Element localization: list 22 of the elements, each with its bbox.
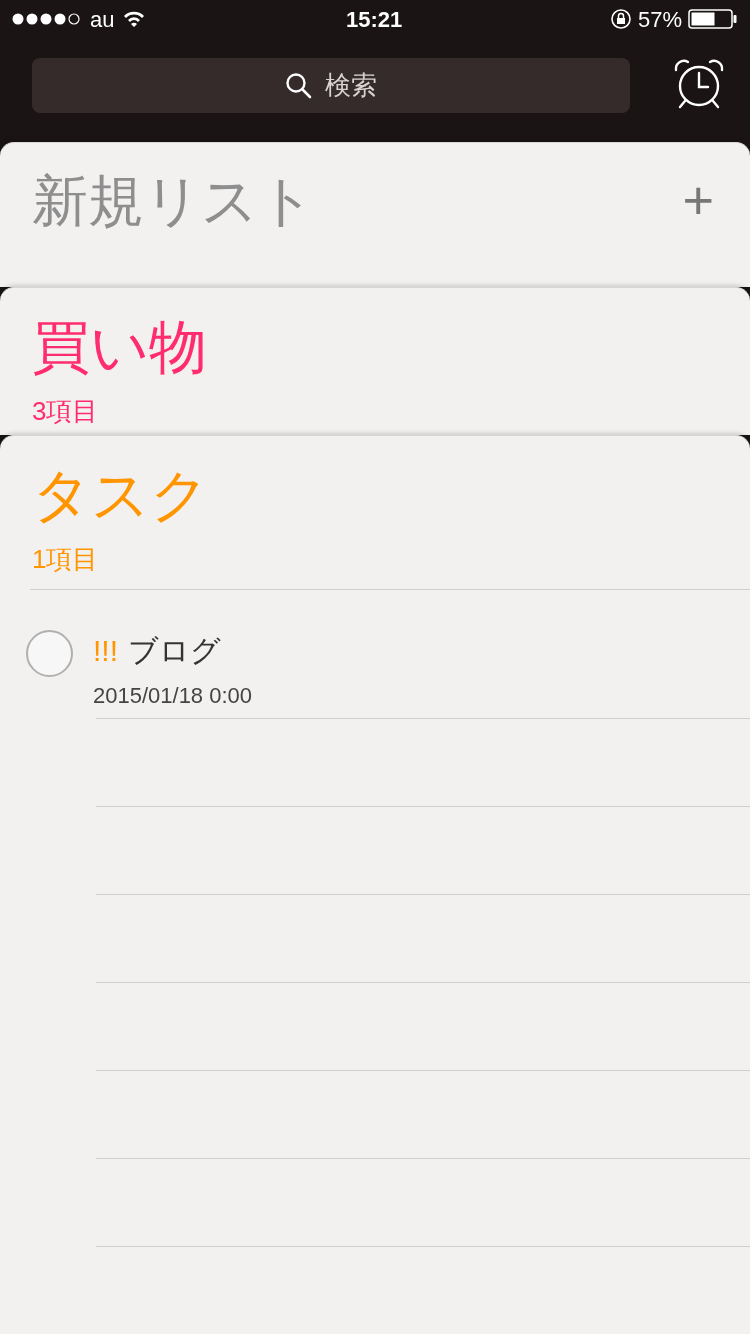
new-list-title[interactable]: 新規リスト [32, 172, 315, 229]
list-title: 買い物 [31, 318, 208, 376]
signal-icon [12, 12, 82, 27]
list-card[interactable]: タスク 1項目 !!! ブログ 2015/01/18 0:00 [0, 435, 750, 1334]
item-count: 1項目 [31, 543, 99, 576]
reminder-title: ブログ [128, 633, 221, 669]
rotation-lock-icon [609, 8, 632, 31]
checkbox[interactable] [26, 630, 73, 677]
list-card[interactable]: 買い物 3項目 [0, 287, 750, 435]
battery-icon [688, 9, 738, 30]
carrier-label: au [90, 5, 115, 34]
list-title: タスク [31, 466, 210, 524]
search-icon [285, 71, 313, 100]
item-count: 3項目 [31, 395, 99, 428]
priority-mark: !!! [93, 633, 118, 669]
battery-percent: 57% [637, 5, 682, 34]
wifi-icon [122, 10, 147, 29]
add-button[interactable]: + [682, 172, 714, 227]
alarm-clock-icon[interactable] [672, 58, 726, 111]
status-time: 15:21 [346, 5, 403, 34]
reminder-date: 2015/01/18 0:00 [93, 682, 253, 710]
search-field[interactable]: 検索 [32, 58, 630, 114]
